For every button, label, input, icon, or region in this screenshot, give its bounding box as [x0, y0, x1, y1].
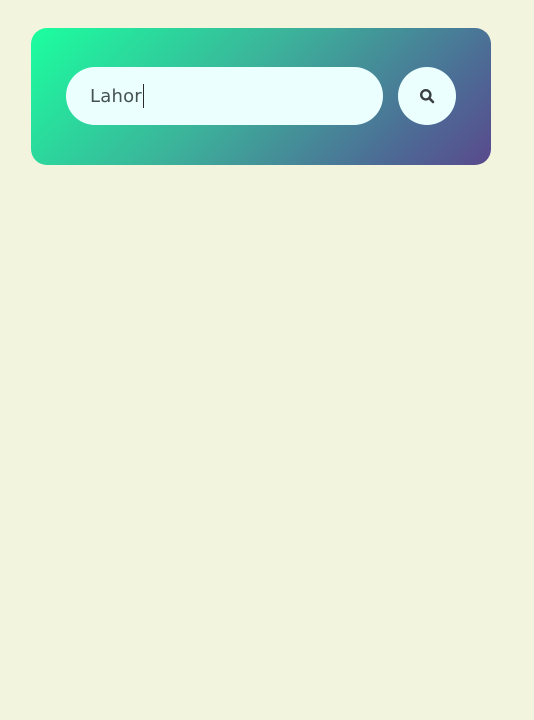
search-input-value: Lahor — [90, 85, 142, 107]
search-card: Lahor — [31, 28, 491, 165]
text-caret — [142, 84, 145, 108]
search-input[interactable]: Lahor — [66, 67, 383, 125]
search-button[interactable] — [398, 67, 456, 125]
search-icon — [419, 88, 435, 104]
